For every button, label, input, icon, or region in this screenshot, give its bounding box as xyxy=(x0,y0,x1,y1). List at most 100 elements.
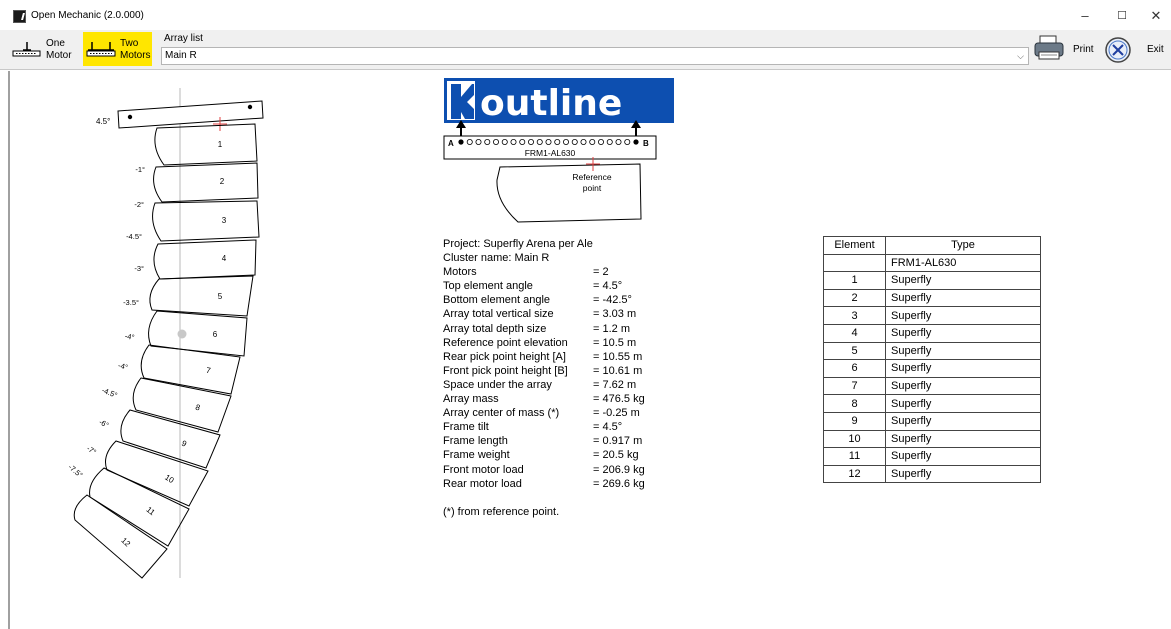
info-value: = 20.5 kg xyxy=(593,449,639,462)
cell-element: 9 xyxy=(823,411,886,431)
array-list-label: Array list xyxy=(164,33,203,44)
frame-hole xyxy=(615,138,622,145)
cell-type: Superfly xyxy=(885,411,1041,431)
info-value: = 476.5 kg xyxy=(593,393,645,406)
info-value: = -42.5° xyxy=(593,294,632,307)
table-row: 3 Superfly xyxy=(823,306,1041,325)
table-row: 10 Superfly xyxy=(823,429,1041,449)
close-button[interactable]: ✕ xyxy=(1141,5,1171,27)
info-label: Array total depth size xyxy=(443,322,547,335)
two-motors-icon xyxy=(86,42,116,57)
cell-type: Superfly xyxy=(885,464,1041,484)
info-label: Cluster name: Main R xyxy=(443,252,550,265)
frame-hole xyxy=(633,139,639,145)
cell-element: 7 xyxy=(823,376,886,396)
cell-type: Superfly xyxy=(885,376,1041,396)
cell-type: Superfly xyxy=(885,306,1041,325)
minimize-button[interactable]: – xyxy=(1070,5,1100,27)
cell-element: 11 xyxy=(823,447,886,466)
element-table: Element Type FRM1-AL630 1 Superfly 2 Superfl… xyxy=(823,236,1041,484)
point-b-label: B xyxy=(643,139,649,148)
info-label: Array total vertical size xyxy=(443,308,554,321)
one-motor-icon xyxy=(12,42,41,57)
info-label: Front motor load xyxy=(443,463,524,476)
table-header-row: Element Type xyxy=(823,236,1041,255)
frame-hole xyxy=(589,138,596,145)
info-label: Array mass xyxy=(443,393,499,406)
table-row: 6 Superfly xyxy=(823,359,1041,378)
table-row: 2 Superfly xyxy=(823,288,1041,308)
info-value: = 4.5° xyxy=(593,421,623,434)
frame-hole xyxy=(466,138,473,145)
info-value: = 4.5° xyxy=(593,280,623,293)
frame-model-label: FRM1-AL630 xyxy=(525,148,576,158)
frame-hole xyxy=(484,138,491,145)
title-bar: Open Mechanic (2.0.000) – ☐ ✕ xyxy=(0,0,1171,30)
printer-icon xyxy=(1034,35,1064,60)
table-row: 4 Superfly xyxy=(823,323,1041,343)
cell-type: Superfly xyxy=(885,429,1041,449)
info-value: = 10.5 m xyxy=(593,336,637,349)
info-label: Frame tilt xyxy=(443,421,489,434)
cell-element: 10 xyxy=(823,429,886,449)
frame-hole xyxy=(606,138,613,145)
table-row: FRM1-AL630 xyxy=(823,253,1041,273)
maximize-button[interactable]: ☐ xyxy=(1107,5,1137,27)
array-list-select[interactable]: Main R ⌵ xyxy=(161,47,1029,65)
info-label: Array center of mass (*) xyxy=(443,407,560,420)
table-row: 8 Superfly xyxy=(823,394,1041,413)
cell-element: 8 xyxy=(823,394,886,413)
table-row: 5 Superfly xyxy=(823,341,1041,361)
cell-type: Superfly xyxy=(885,394,1041,413)
one-motor-label-2: Motor xyxy=(46,50,72,61)
table-row: 9 Superfly xyxy=(823,411,1041,431)
cell-element: 4 xyxy=(823,323,886,343)
outline-logo: outline xyxy=(444,78,674,124)
info-value: = 10.55 m xyxy=(593,350,643,363)
chevron-down-icon: ⌵ xyxy=(1017,51,1024,61)
info-value: = 3.03 m xyxy=(593,308,637,321)
window-title: Open Mechanic (2.0.000) xyxy=(31,10,144,21)
info-value: = 269.6 kg xyxy=(593,477,645,490)
cell-type: Superfly xyxy=(885,447,1041,466)
cell-element: 1 xyxy=(823,271,886,290)
footnote: (*) from reference point. xyxy=(443,506,560,518)
reference-point-label-2: point xyxy=(583,183,602,193)
frame-hole xyxy=(598,138,605,145)
cell-element xyxy=(823,253,886,273)
exit-label: Exit xyxy=(1147,44,1164,55)
logo-wordmark: outline xyxy=(480,83,622,124)
info-label: Space under the array xyxy=(443,378,552,391)
header-element: Element xyxy=(823,236,886,255)
frame-holes xyxy=(458,138,639,145)
reference-cabinet-outline xyxy=(496,163,642,223)
cell-element: 5 xyxy=(823,341,886,361)
info-label: Rear pick point height [A] xyxy=(443,350,566,363)
print-button[interactable]: Print xyxy=(1032,33,1098,65)
frame-hole xyxy=(528,138,535,145)
info-value: = 206.9 kg xyxy=(593,463,645,476)
cell-element: 2 xyxy=(823,288,886,308)
info-label: Rear motor load xyxy=(443,477,522,490)
app-icon xyxy=(13,10,26,23)
frame-hole xyxy=(580,138,587,145)
frame-hole xyxy=(510,138,517,145)
cell-type: Superfly xyxy=(885,288,1041,308)
toolbar: One Motor Two Motors Array list Main R ⌵ P… xyxy=(0,30,1171,70)
two-motors-button[interactable]: Two Motors xyxy=(83,32,152,66)
frame-hole xyxy=(563,138,570,145)
info-label: Top element angle xyxy=(443,280,533,293)
info-value: = 0.917 m xyxy=(593,435,643,448)
frame-hole xyxy=(501,138,508,145)
exit-button[interactable]: Exit xyxy=(1103,33,1169,65)
one-motor-label-1: One xyxy=(46,38,65,49)
array-list-value: Main R xyxy=(165,50,197,61)
print-label: Print xyxy=(1073,44,1094,55)
cell-element: 12 xyxy=(823,464,886,484)
cell-type: Superfly xyxy=(885,323,1041,343)
frame-hole xyxy=(519,138,526,145)
info-label: Project: Superfly Arena per Ale xyxy=(443,238,593,250)
header-type: Type xyxy=(885,236,1041,255)
cell-type: Superfly xyxy=(885,359,1041,378)
one-motor-button[interactable]: One Motor xyxy=(9,32,77,66)
